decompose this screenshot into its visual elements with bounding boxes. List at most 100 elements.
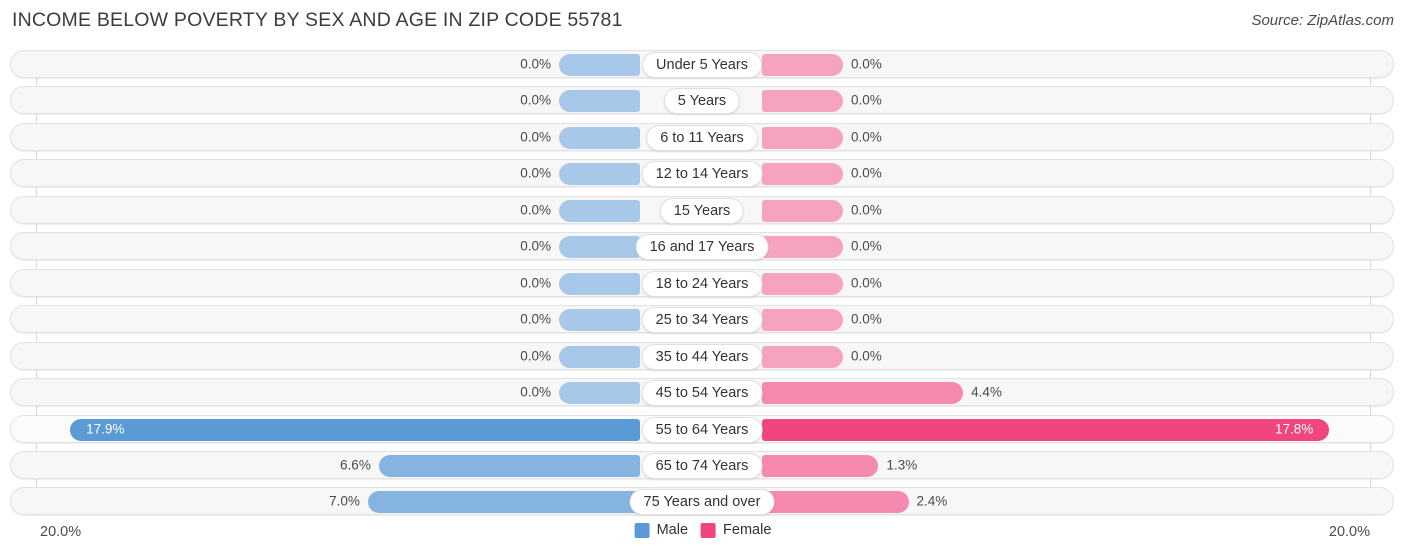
female-bar[interactable] [762, 126, 843, 149]
male-value-label: 0.0% [520, 165, 551, 181]
chart-row[interactable]: 0.0% 0.0% 6 to 11 Years [10, 122, 1394, 151]
male-value-label: 0.0% [520, 202, 551, 218]
female-bar[interactable] [762, 418, 1329, 441]
category-label-pill: 15 Years [659, 197, 745, 224]
axis-max-left: 20.0% [40, 524, 82, 540]
axis-max-right: 20.0% [1328, 524, 1370, 540]
male-bar[interactable] [367, 491, 640, 514]
male-swatch-icon [634, 522, 650, 538]
female-value-label: 17.8% [1274, 421, 1314, 436]
male-bar[interactable] [559, 345, 640, 368]
male-bar[interactable] [559, 382, 640, 405]
row-track: 17.9% 17.8% 55 to 64 Years [11, 416, 1393, 443]
chart-row[interactable]: 0.0% 0.0% 35 to 44 Years [10, 341, 1394, 370]
page-title: INCOME BELOW POVERTY BY SEX AND AGE IN Z… [12, 9, 623, 31]
category-label-pill: 25 to 34 Years [641, 307, 763, 334]
chart-row[interactable]: 0.0% 0.0% 25 to 34 Years [10, 305, 1394, 334]
female-bar[interactable] [762, 199, 843, 222]
female-value-label: 4.4% [971, 384, 1002, 400]
category-label-pill: 12 to 14 Years [641, 161, 763, 188]
male-bar[interactable] [559, 90, 640, 113]
chart-plot-area: 0.0% 0.0% Under 5 Years 0.0% 0.0% 5 Years 0.0%… [0, 46, 1406, 516]
male-value-label: 0.0% [520, 384, 551, 400]
male-value-label: 0.0% [520, 238, 551, 254]
female-value-label: 0.0% [851, 238, 882, 254]
row-track: 0.0% 4.4% 45 to 54 Years [11, 379, 1393, 407]
legend-label: Male [656, 522, 689, 538]
female-bar[interactable] [762, 345, 843, 368]
male-bar[interactable] [378, 454, 640, 477]
chart-row[interactable]: 0.0% 0.0% 12 to 14 Years [10, 159, 1394, 188]
male-bar[interactable] [559, 309, 640, 332]
category-label-pill: 75 Years and over [629, 489, 775, 516]
male-value-label: 0.0% [520, 348, 551, 364]
male-bar[interactable] [559, 236, 640, 259]
row-track: 0.0% 0.0% 15 Years [11, 197, 1393, 224]
row-track: 0.0% 0.0% 5 Years [11, 87, 1393, 115]
chart-row[interactable]: 0.0% 0.0% 16 and 17 Years [10, 232, 1394, 261]
female-bar[interactable] [762, 491, 909, 514]
female-value-label: 0.0% [851, 129, 882, 145]
male-bar[interactable] [559, 163, 640, 186]
legend-item[interactable]: Male [634, 522, 689, 538]
row-track: 0.0% 0.0% 35 to 44 Years [11, 343, 1393, 370]
chart-header: INCOME BELOW POVERTY BY SEX AND AGE IN Z… [0, 0, 1406, 44]
category-label-pill: 65 to 74 Years [641, 452, 763, 479]
row-track: 0.0% 0.0% 25 to 34 Years [11, 306, 1393, 334]
chart-row[interactable]: 6.6% 1.3% 65 to 74 Years [10, 450, 1394, 479]
male-value-label: 0.0% [520, 275, 551, 291]
chart-row[interactable]: 0.0% 0.0% 18 to 24 Years [10, 268, 1394, 297]
male-bar[interactable] [70, 418, 640, 441]
chart-row[interactable]: 0.0% 4.4% 45 to 54 Years [10, 378, 1394, 407]
category-label-pill: Under 5 Years [642, 52, 762, 78]
row-track: 7.0% 2.4% 75 Years and over [11, 488, 1393, 516]
female-bar[interactable] [762, 236, 843, 259]
female-value-label: 0.0% [851, 311, 882, 327]
female-value-label: 0.0% [851, 56, 882, 72]
female-value-label: 0.0% [851, 202, 882, 218]
male-bar[interactable] [559, 199, 640, 222]
male-value-label: 0.0% [520, 129, 551, 145]
chart-row[interactable]: 0.0% 0.0% 15 Years [10, 195, 1394, 224]
female-value-label: 1.3% [886, 457, 918, 473]
male-bar[interactable] [559, 54, 640, 76]
chart-footer: 20.0% Male Female 20.0% [0, 518, 1406, 558]
female-value-label: 0.0% [851, 165, 882, 181]
female-bar[interactable] [762, 163, 843, 186]
female-value-label: 0.0% [851, 275, 882, 291]
male-bar[interactable] [559, 272, 640, 295]
male-value-label: 6.6% [340, 457, 371, 473]
row-track: 0.0% 0.0% 18 to 24 Years [11, 270, 1393, 297]
legend-label: Female [723, 522, 772, 538]
female-bar[interactable] [762, 54, 843, 76]
male-value-label: 7.0% [329, 493, 360, 509]
chart-legend: Male Female [634, 522, 771, 538]
female-bar[interactable] [762, 382, 964, 405]
chart-row[interactable]: 7.0% 2.4% 75 Years and over [10, 487, 1394, 516]
category-label-pill: 5 Years [663, 88, 741, 115]
male-bar[interactable] [559, 126, 640, 149]
female-swatch-icon [701, 522, 717, 538]
row-track: 0.0% 0.0% 12 to 14 Years [11, 160, 1393, 188]
row-track: 0.0% 0.0% Under 5 Years [11, 51, 1393, 78]
category-label-pill: 35 to 44 Years [641, 343, 763, 370]
chart-page: INCOME BELOW POVERTY BY SEX AND AGE IN Z… [0, 0, 1406, 558]
female-bar[interactable] [762, 90, 843, 113]
category-label-pill: 16 and 17 Years [635, 234, 769, 261]
male-value-label: 0.0% [520, 56, 551, 72]
female-bar[interactable] [762, 272, 843, 295]
male-value-label: 17.9% [86, 421, 125, 436]
row-track: 6.6% 1.3% 65 to 74 Years [11, 452, 1393, 479]
female-value-label: 0.0% [851, 92, 882, 108]
category-label-pill: 6 to 11 Years [646, 124, 758, 151]
legend-item[interactable]: Female [701, 522, 771, 538]
female-value-label: 0.0% [851, 348, 882, 364]
category-label-pill: 45 to 54 Years [641, 380, 763, 407]
female-bar[interactable] [762, 454, 879, 477]
chart-row[interactable]: 17.9% 17.8% 55 to 64 Years [10, 414, 1394, 443]
chart-row[interactable]: 0.0% 0.0% Under 5 Years [10, 50, 1394, 78]
category-label-pill: 55 to 64 Years [641, 416, 763, 443]
chart-row[interactable]: 0.0% 0.0% 5 Years [10, 86, 1394, 115]
row-track: 0.0% 0.0% 6 to 11 Years [11, 124, 1393, 151]
female-bar[interactable] [762, 309, 843, 332]
